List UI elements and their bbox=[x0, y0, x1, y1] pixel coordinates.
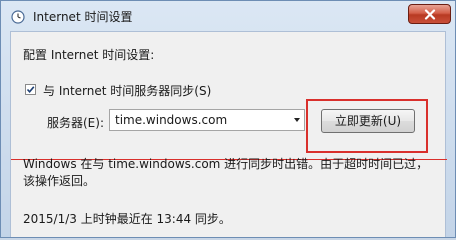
sync-error-line-1: Windows 在与 time.windows.com 进行同步时出错。由于超时… bbox=[23, 157, 429, 171]
window-title: Internet 时间设置 bbox=[33, 10, 133, 24]
server-label: 服务器(E): bbox=[47, 116, 104, 130]
sync-error-message: Windows 在与 time.windows.com 进行同步时出错。由于超时… bbox=[23, 156, 438, 190]
sync-checkbox-label[interactable]: 与 Internet 时间服务器同步(S) bbox=[43, 82, 211, 99]
config-heading: 配置 Internet 时间设置: bbox=[23, 48, 155, 62]
settings-panel: 配置 Internet 时间设置: 与 Internet 时间服务器同步(S) … bbox=[10, 31, 447, 237]
clock-icon bbox=[11, 9, 25, 24]
internet-time-settings-window: Internet 时间设置 配置 Internet 时间设置: 与 Intern… bbox=[0, 0, 456, 238]
server-combobox[interactable]: time.windows.com bbox=[109, 109, 305, 131]
title-bar[interactable]: Internet 时间设置 bbox=[1, 1, 455, 31]
checkmark-icon bbox=[26, 86, 35, 94]
close-button[interactable] bbox=[408, 4, 451, 24]
sync-checkbox[interactable] bbox=[25, 84, 36, 95]
dropdown-arrow-icon[interactable] bbox=[294, 118, 300, 122]
close-x-icon bbox=[424, 9, 436, 20]
server-value[interactable]: time.windows.com bbox=[115, 113, 227, 127]
last-sync-status: 2015/1/3 上时钟最近在 13:44 同步。 bbox=[23, 212, 231, 226]
update-now-button[interactable]: 立即更新(U) bbox=[321, 109, 415, 133]
sync-error-line-2: 该操作返回。 bbox=[23, 174, 96, 188]
